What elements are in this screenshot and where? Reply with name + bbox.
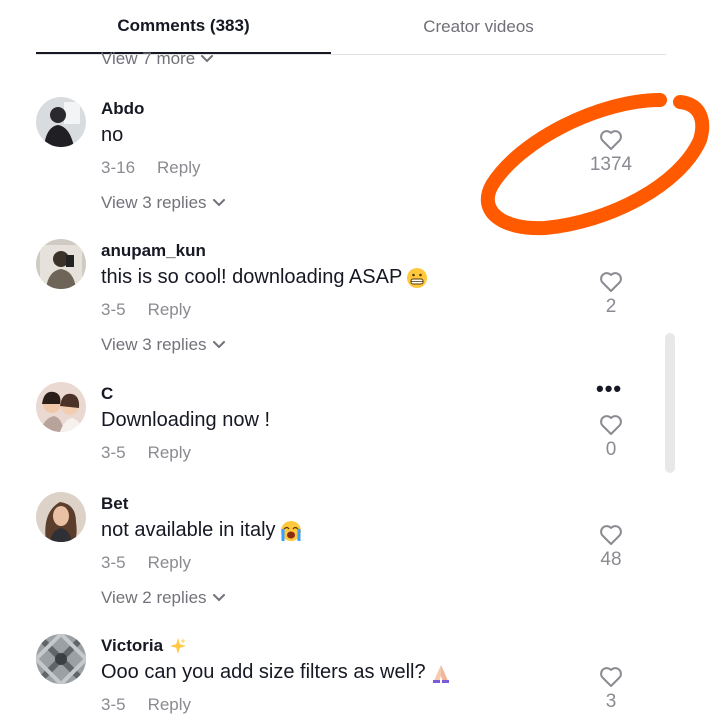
reply-button[interactable]: Reply bbox=[148, 300, 191, 320]
tab-bar: Comments (383) Creator videos bbox=[36, 0, 666, 55]
comment-text-content: no bbox=[101, 124, 124, 146]
comment-date: 3-5 bbox=[101, 300, 126, 319]
reply-button[interactable]: Reply bbox=[148, 695, 191, 715]
view-more-label: View 7 more bbox=[101, 49, 196, 68]
avatar[interactable] bbox=[36, 97, 86, 147]
comment-item: anupam_kun this is so cool! downloading … bbox=[36, 239, 636, 364]
view-replies-button[interactable]: View 3 replies bbox=[101, 335, 225, 355]
avatar[interactable] bbox=[36, 634, 86, 684]
like-group: 0 bbox=[581, 414, 641, 461]
comment-date: 3-5 bbox=[101, 443, 126, 462]
comment-text: not available in italy bbox=[101, 519, 302, 542]
heart-icon[interactable] bbox=[599, 524, 623, 546]
chevron-down-icon bbox=[212, 594, 225, 602]
comment-date: 3-16 bbox=[101, 158, 136, 177]
heart-icon[interactable] bbox=[599, 129, 623, 151]
like-count: 0 bbox=[605, 439, 617, 460]
comment-meta: 3-5 Reply bbox=[101, 553, 191, 573]
like-group: 1374 bbox=[581, 129, 641, 176]
comment-date: 3-5 bbox=[101, 695, 126, 714]
tab-creator-videos[interactable]: Creator videos bbox=[331, 0, 626, 54]
username[interactable]: Bet bbox=[101, 494, 128, 514]
comment-meta: 3-5 Reply bbox=[101, 300, 191, 320]
username: Victoria bbox=[101, 636, 187, 656]
avatar[interactable] bbox=[36, 492, 86, 542]
comment-meta: 3-5 Reply bbox=[101, 443, 191, 463]
comment-text-content: not available in italy bbox=[101, 519, 276, 541]
chevron-down-icon bbox=[212, 199, 225, 207]
avatar[interactable] bbox=[36, 382, 86, 432]
heart-icon[interactable] bbox=[599, 271, 623, 293]
comment-item: Abdo no 3-16 Reply View 3 replies 1374 bbox=[36, 97, 636, 222]
like-group: 48 bbox=[581, 524, 641, 571]
comment-text-content: Ooo can you add size filters as well? bbox=[101, 661, 426, 683]
username[interactable]: anupam_kun bbox=[101, 241, 206, 261]
tab-comments[interactable]: Comments (383) bbox=[36, 0, 331, 54]
view-more-replies-top[interactable]: View 7 more bbox=[101, 49, 214, 69]
grimacing-face-emoji-icon bbox=[407, 267, 428, 288]
like-count: 2 bbox=[605, 296, 617, 317]
like-group: 2 bbox=[581, 271, 641, 318]
chevron-down-icon bbox=[212, 341, 225, 349]
like-count: 3 bbox=[605, 691, 617, 712]
comment-meta: 3-5 Reply bbox=[101, 695, 191, 715]
view-replies-label: View 2 replies bbox=[101, 588, 207, 607]
comment-meta: 3-16 Reply bbox=[101, 158, 201, 178]
view-replies-label: View 3 replies bbox=[101, 193, 207, 212]
reply-button[interactable]: Reply bbox=[148, 553, 191, 573]
view-replies-button[interactable]: View 2 replies bbox=[101, 588, 225, 608]
comment-text: Ooo can you add size filters as well? bbox=[101, 661, 452, 684]
like-count: 48 bbox=[600, 549, 622, 570]
comment-text: Downloading now ! bbox=[101, 409, 270, 432]
folded-hands-emoji-icon bbox=[432, 664, 449, 683]
avatar[interactable] bbox=[36, 239, 86, 289]
view-replies-label: View 3 replies bbox=[101, 335, 207, 354]
scrollbar-thumb[interactable] bbox=[665, 333, 675, 473]
chevron-down-icon bbox=[201, 55, 214, 63]
crying-face-emoji-icon bbox=[280, 520, 301, 541]
username[interactable]: C bbox=[101, 384, 113, 404]
comments-panel: Comments (383) Creator videos View 7 mor… bbox=[0, 0, 712, 722]
comment-item: C Downloading now ! 3-5 Reply ••• 0 bbox=[36, 378, 636, 482]
sparkles-emoji-icon bbox=[170, 638, 187, 654]
comment-text: this is so cool! downloading ASAP bbox=[101, 266, 428, 289]
comment-item: Bet not available in italy 3-5 Reply Vie… bbox=[36, 492, 636, 617]
heart-icon[interactable] bbox=[599, 414, 623, 436]
comment-item: Victoria Ooo can you add size filters as… bbox=[36, 634, 636, 722]
username-label[interactable]: Victoria bbox=[101, 636, 163, 656]
more-options-button[interactable]: ••• bbox=[596, 378, 622, 400]
comment-text-content: this is so cool! downloading ASAP bbox=[101, 266, 403, 288]
like-count: 1374 bbox=[589, 154, 633, 175]
comment-date: 3-5 bbox=[101, 553, 126, 572]
comment-text-content: Downloading now ! bbox=[101, 409, 270, 431]
reply-button[interactable]: Reply bbox=[157, 158, 200, 178]
heart-icon[interactable] bbox=[599, 666, 623, 688]
username[interactable]: Abdo bbox=[101, 99, 144, 119]
like-group: 3 bbox=[581, 666, 641, 713]
comment-text: no bbox=[101, 124, 123, 147]
view-replies-button[interactable]: View 3 replies bbox=[101, 193, 225, 213]
reply-button[interactable]: Reply bbox=[148, 443, 191, 463]
